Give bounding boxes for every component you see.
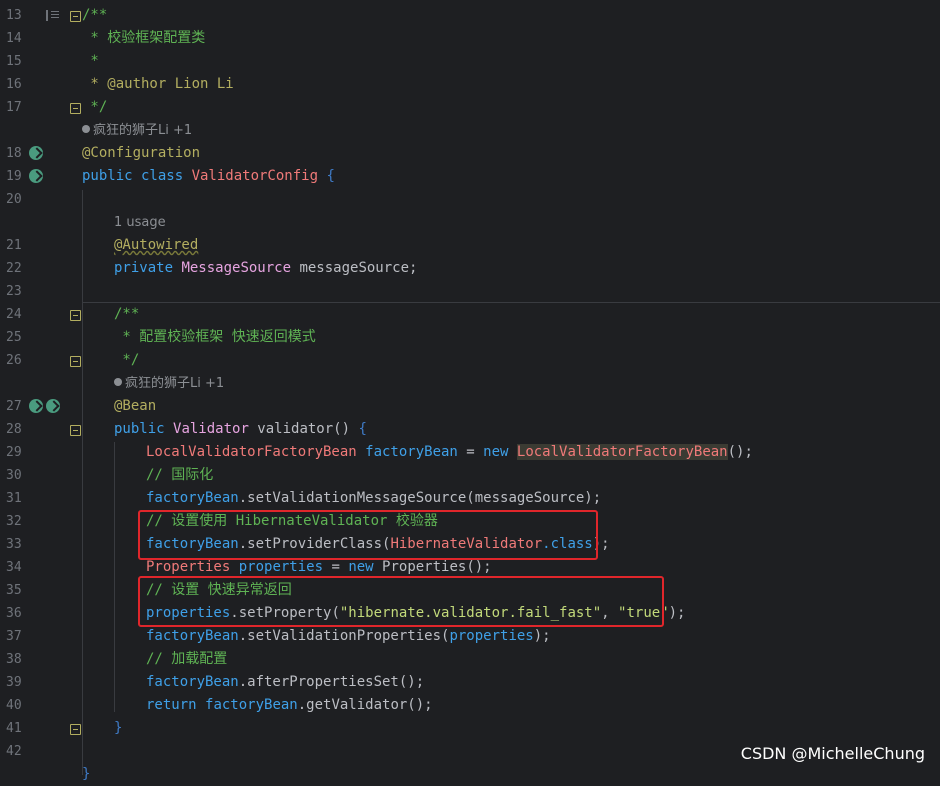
code-line[interactable]: 17 */ [0,96,940,119]
line-number: 13 [6,8,22,23]
author-hint[interactable]: 疯狂的狮子Li +1 [0,372,940,395]
bookmark-icon[interactable] [46,10,60,21]
code-line[interactable]: 25 * 配置校验框架 快速返回模式 [0,326,940,349]
line-number: 20 [6,192,22,207]
doc-comment: * [82,53,99,69]
line-number: 37 [6,629,22,644]
author-hint[interactable]: 疯狂的狮子Li +1 [0,119,940,142]
fold-icon[interactable] [70,103,81,114]
line-number: 23 [6,284,22,299]
line-number: 15 [6,54,22,69]
doc-comment: */ [82,99,108,115]
line-number: 30 [6,468,22,483]
highlight-box-fail-fast [138,576,664,627]
line-number: 26 [6,353,22,368]
code-line[interactable]: 14 * 校验框架配置类 [0,27,940,50]
spring-config-icon[interactable] [29,169,43,183]
line-number: 39 [6,675,22,690]
doc-author-tag: * @author Lion Li [82,76,234,92]
code-line[interactable]: 27 @Bean [0,395,940,418]
class-name: ValidatorConfig [191,168,319,184]
code-line[interactable]: 31 factoryBean.setValidationMessageSourc… [0,487,940,510]
doc-comment: /** [82,7,108,23]
fold-icon[interactable] [70,724,81,735]
line-number: 42 [6,744,22,759]
code-line[interactable]: 16 * @author Lion Li [0,73,940,96]
line-number: 17 [6,100,22,115]
code-line[interactable]: 30 // 国际化 [0,464,940,487]
fold-icon[interactable] [70,356,81,367]
code-line[interactable]: 38 // 加载配置 [0,648,940,671]
line-number: 14 [6,31,22,46]
doc-comment: */ [114,352,140,368]
annotation: @Autowired [114,237,199,253]
person-icon [114,378,122,386]
watermark: CSDN @MichelleChung [740,744,925,763]
code-line[interactable]: 19 public class ValidatorConfig { [0,165,940,188]
line-number: 19 [6,169,22,184]
line-number: 40 [6,698,22,713]
line-number: 32 [6,514,22,529]
spring-bean-icon[interactable] [29,399,43,413]
code-line[interactable]: 24 /** [0,303,940,326]
code-line[interactable]: 15 * [0,50,940,73]
code-line[interactable]: 39 factoryBean.afterPropertiesSet(); [0,671,940,694]
line-number: 28 [6,422,22,437]
fold-icon[interactable] [70,425,81,436]
line-number: 25 [6,330,22,345]
code-line[interactable]: 37 factoryBean.setValidationProperties(p… [0,625,940,648]
line-number: 29 [6,445,22,460]
person-icon [82,125,90,133]
code-line[interactable]: 26 */ [0,349,940,372]
code-line[interactable]: 29 LocalValidatorFactoryBean factoryBean… [0,441,940,464]
line-number: 16 [6,77,22,92]
code-line[interactable]: 13 /** [0,4,940,27]
line-number: 34 [6,560,22,575]
spring-bean-icon[interactable] [46,399,60,413]
line-number: 35 [6,583,22,598]
doc-comment: /** [114,306,140,322]
line-number: 31 [6,491,22,506]
code-line[interactable]: 23 [0,280,940,303]
code-line[interactable]: 28 public Validator validator() { [0,418,940,441]
line-number: 27 [6,399,22,414]
line-number: 21 [6,238,22,253]
doc-comment: * 配置校验框架 快速返回模式 [114,329,316,345]
doc-comment: * 校验框架配置类 [82,30,206,46]
line-number: 18 [6,146,22,161]
closing-brace: } [114,720,123,736]
annotation: @Configuration [82,145,201,161]
code-line[interactable]: 22 private MessageSource messageSource; [0,257,940,280]
annotation: @Bean [114,398,157,414]
line-number: 24 [6,307,22,322]
line-comment: // 国际化 [146,467,214,483]
code-line[interactable]: 18 @Configuration [0,142,940,165]
line-number: 22 [6,261,22,276]
code-line[interactable]: 21 @Autowired [0,234,940,257]
fold-icon[interactable] [70,310,81,321]
line-comment: // 加载配置 [146,651,228,667]
fold-icon[interactable] [70,11,81,22]
spring-bean-icon[interactable] [29,146,43,160]
line-number: 38 [6,652,22,667]
line-number: 41 [6,721,22,736]
code-line[interactable]: 40 return factoryBean.getValidator(); [0,694,940,717]
highlight-box-provider-class [138,510,598,560]
usage-hint[interactable]: 1 usage [0,211,940,234]
code-line[interactable]: 20 [0,188,940,211]
line-number: 33 [6,537,22,552]
code-line[interactable]: 41 } [0,717,940,740]
line-number: 36 [6,606,22,621]
